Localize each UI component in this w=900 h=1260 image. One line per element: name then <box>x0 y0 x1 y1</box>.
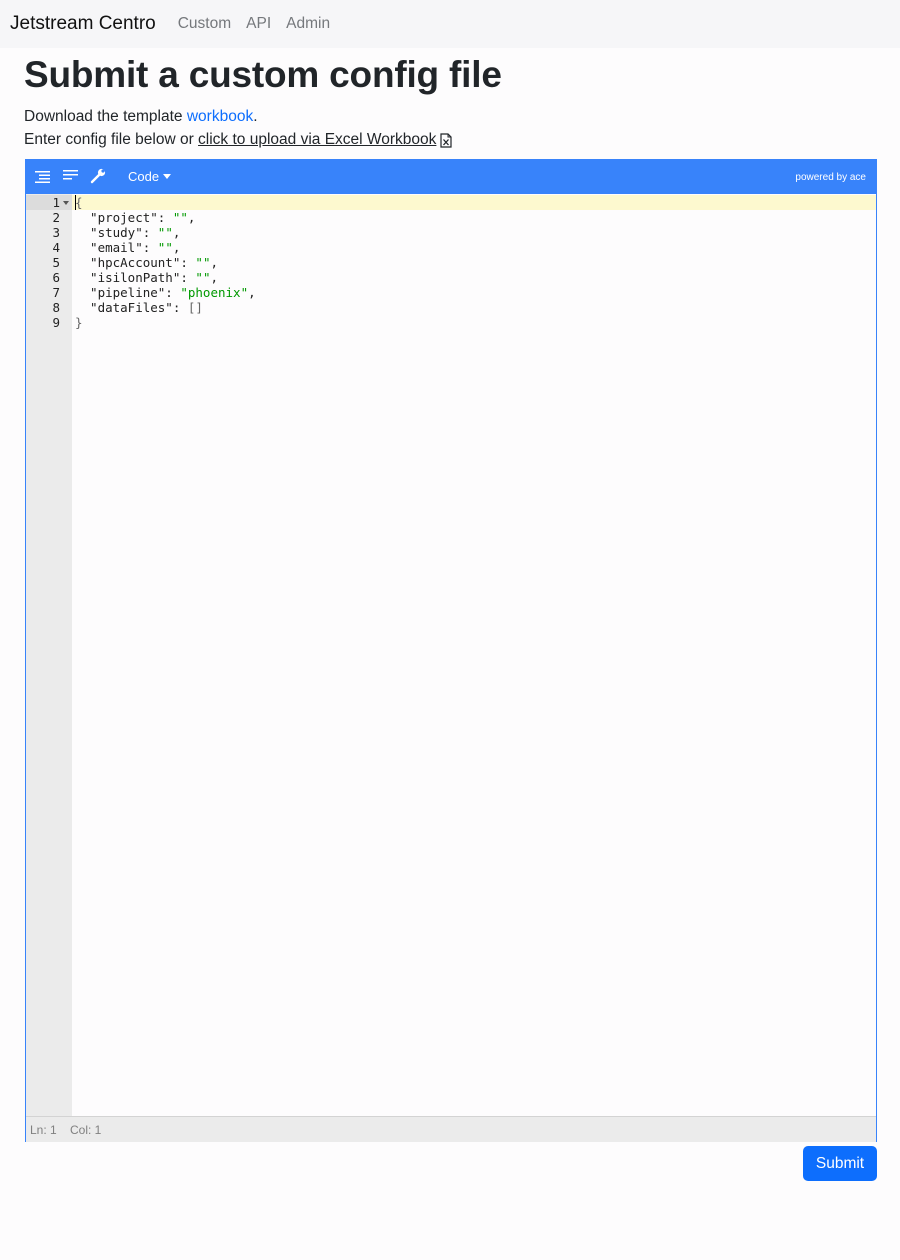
line-number: 7 <box>52 285 60 300</box>
mode-label: Code <box>128 169 160 184</box>
enter-prefix: Enter config file below or <box>24 131 199 148</box>
compact-icon[interactable] <box>62 168 80 184</box>
text-cursor <box>75 195 76 210</box>
line-number: 5 <box>52 255 60 270</box>
download-line: Download the template workbook. <box>24 108 258 126</box>
line-number: 6 <box>52 270 60 285</box>
code-token: "dataFiles": <box>75 300 188 315</box>
code-token: "" <box>195 270 211 285</box>
code-token: "email": <box>75 240 158 255</box>
nav-link-admin[interactable]: Admin <box>286 15 330 33</box>
code-token: "hpcAccount": <box>75 255 196 270</box>
line-number: 8 <box>52 300 60 315</box>
line-number: 9 <box>52 315 60 330</box>
nav-link-custom[interactable]: Custom <box>178 15 231 33</box>
code-line: "dataFiles": [] <box>75 300 203 315</box>
submit-button[interactable]: Submit <box>803 1146 877 1181</box>
code-line: } <box>75 315 83 330</box>
code-line: "hpcAccount": "", <box>75 255 218 270</box>
editor-gutter: 123456789 <box>26 194 72 1116</box>
line-number: 2 <box>52 210 60 225</box>
code-token: , <box>172 225 181 240</box>
code-line: "email": "", <box>75 240 180 255</box>
code-token: "" <box>157 225 173 240</box>
code-token: , <box>187 210 196 225</box>
page-title: Submit a custom config file <box>24 54 502 95</box>
line-number: 3 <box>52 225 60 240</box>
code-token: "" <box>157 240 173 255</box>
nav-link-api[interactable]: API <box>246 15 271 33</box>
code-token: "phoenix" <box>180 285 249 300</box>
navbar: Jetstream Centro Custom API Admin <box>0 0 900 48</box>
format-icon[interactable] <box>34 168 52 184</box>
code-token: , <box>172 240 181 255</box>
code-token: "" <box>172 210 188 225</box>
mode-dropdown[interactable]: Code <box>128 169 172 184</box>
code-token: "isilonPath": <box>75 270 196 285</box>
status-line: Ln: 1 <box>30 1123 57 1137</box>
code-token: "project": <box>75 210 173 225</box>
code-token: [] <box>187 300 203 315</box>
code-area[interactable]: { "project": "", "study": "", "email": "… <box>72 194 876 1116</box>
code-token: "study": <box>75 225 158 240</box>
code-line: "project": "", <box>75 210 195 225</box>
code-line: { <box>75 195 83 210</box>
status-column: Col: 1 <box>70 1123 102 1137</box>
line-number: 1 <box>52 195 60 210</box>
repair-icon[interactable] <box>90 168 108 184</box>
download-prefix: Download the template <box>24 108 187 125</box>
download-suffix: . <box>253 108 258 125</box>
powered-by-ace-link[interactable]: powered by ace <box>795 172 866 183</box>
code-token: , <box>210 255 219 270</box>
code-line: "isilonPath": "", <box>75 270 218 285</box>
code-token: , <box>248 285 256 300</box>
code-token: , <box>210 270 219 285</box>
fold-toggle-icon[interactable] <box>63 201 69 205</box>
upload-excel-link[interactable]: click to upload via Excel Workbook <box>198 131 436 149</box>
upload-line: Enter config file below or click to uplo… <box>24 131 453 149</box>
json-editor: Code powered by ace 123456789 { "project… <box>25 159 877 1142</box>
code-line: "pipeline": "phoenix", <box>75 285 256 300</box>
editor-statusbar: Ln: 1 Col: 1 <box>26 1116 876 1142</box>
chevron-down-icon <box>163 174 172 179</box>
workbook-link[interactable]: workbook <box>187 108 253 125</box>
navbar-brand[interactable]: Jetstream Centro <box>10 13 156 35</box>
code-token: } <box>75 315 83 330</box>
code-token: "" <box>195 255 211 270</box>
editor-toolbar: Code powered by ace <box>26 160 876 194</box>
code-line: "study": "", <box>75 225 180 240</box>
line-number: 4 <box>52 240 60 255</box>
code-token: "pipeline": <box>75 285 181 300</box>
code-token: { <box>75 195 83 210</box>
active-line-highlight <box>72 195 876 210</box>
excel-file-icon[interactable] <box>440 132 453 148</box>
